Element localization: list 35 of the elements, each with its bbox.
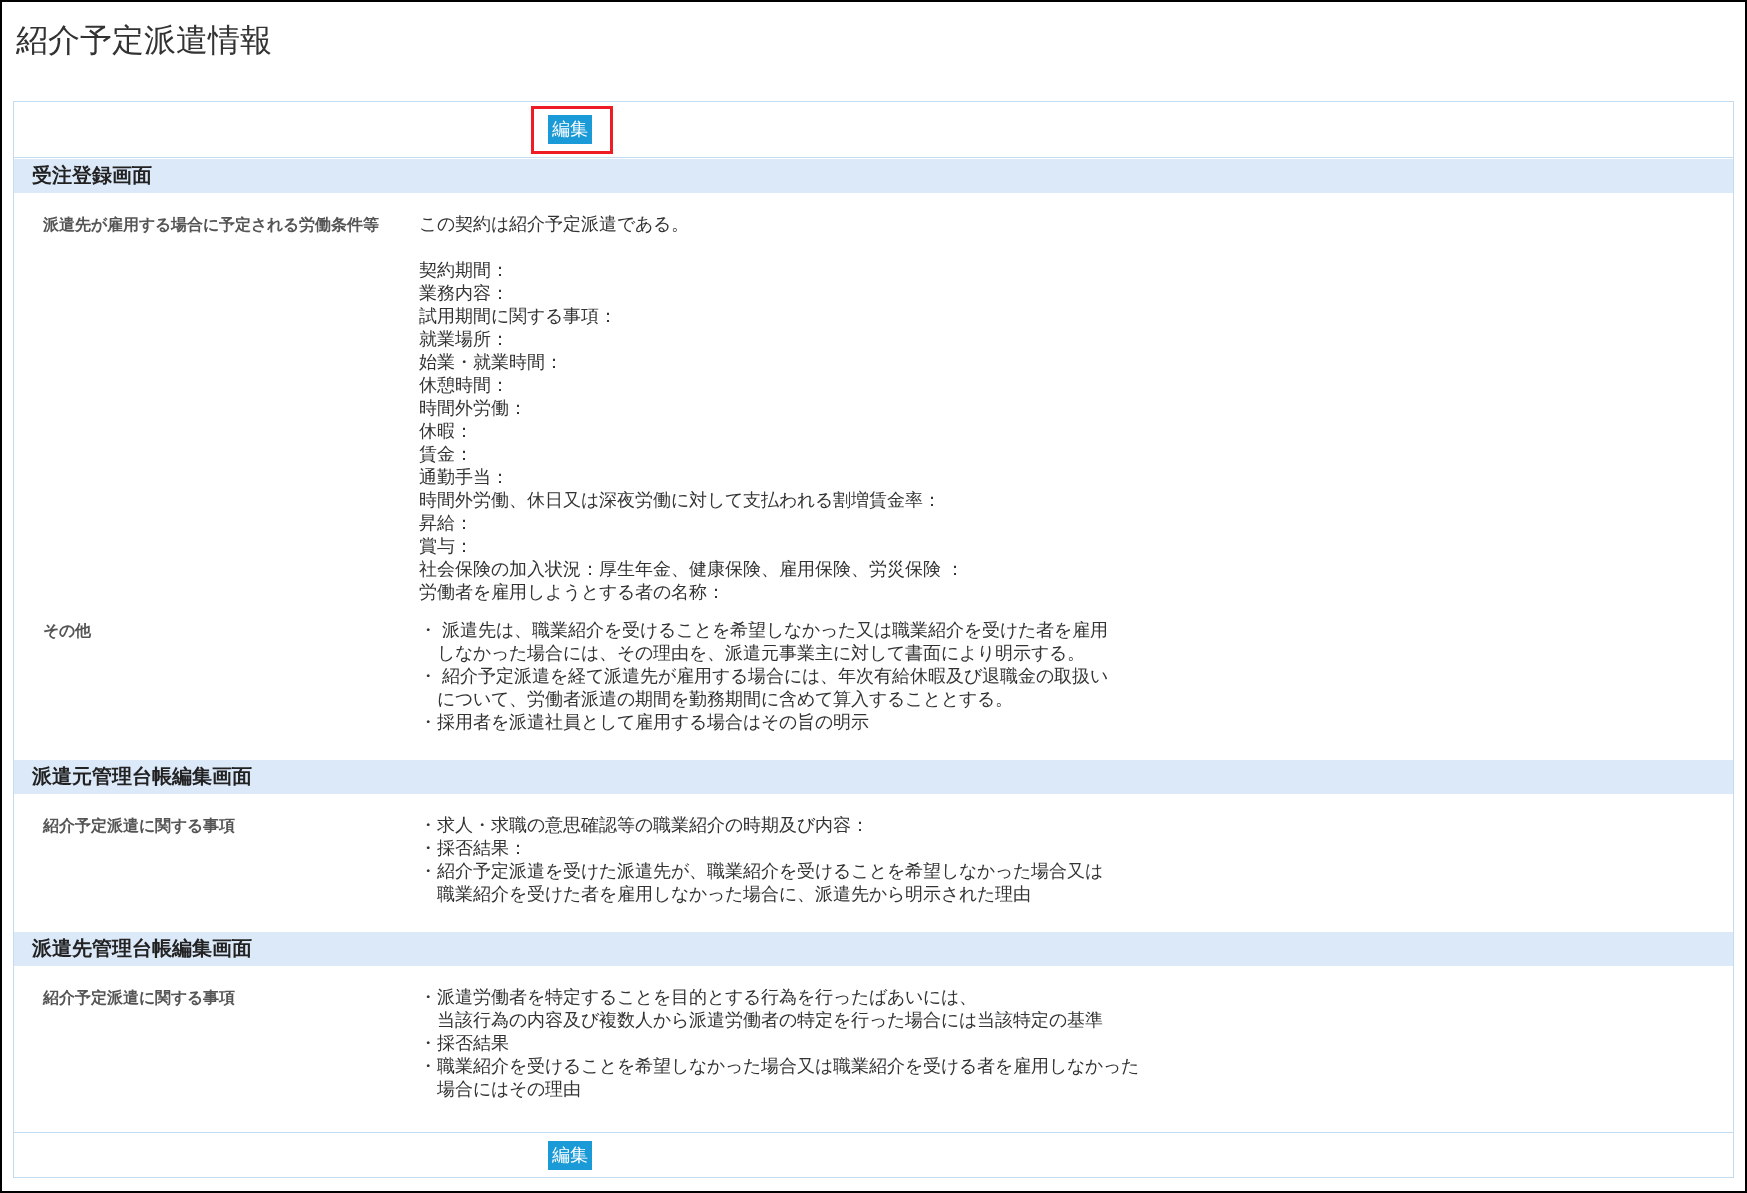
bullet-item: ・紹介予定派遣を受けた派遣先が、職業紹介を受けることを希望しなかった場合又は 職業紹介を受けた者を雇用しなかった場合に、派遣先から明示された理由 (419, 860, 1103, 906)
bullet-item: ・ 派遣先は、職業紹介を受けることを希望しなかった又は職業紹介を受けた者を雇用 しなかった場合には、その理由を、派遣元事業主に対して書面により明示する。 (419, 619, 1108, 665)
field-line: 試用期間に関する事項： (419, 305, 617, 328)
section-header: 派遣元管理台帳編集画面 (14, 760, 1733, 794)
field-line: 時間外労働、休日又は深夜労働に対して支払われる割増賃金率： (419, 489, 941, 512)
field-line: 休暇： (419, 420, 473, 443)
field-label: 紹介予定派遣に関する事項 (43, 816, 235, 836)
field-line: 始業・就業時間： (419, 351, 563, 374)
value-text: この契約は紹介予定派遣である。 (419, 213, 689, 236)
bullet-item: ・派遣労働者を特定することを目的とする行為を行ったばあいには、 当該行為の内容及び複数人から派遣労働者の特定を行った場合には当該特定の基準 (419, 986, 1103, 1032)
field-label: 紹介予定派遣に関する事項 (43, 988, 235, 1008)
field-line: 昇給： (419, 512, 473, 535)
field-line: 契約期間： (419, 259, 509, 282)
bullet-item: ・求人・求職の意思確認等の職業紹介の時期及び内容： (419, 814, 869, 837)
field-label: 派遣先が雇用する場合に予定される労働条件等 (43, 215, 379, 235)
field-line: 休憩時間： (419, 374, 509, 397)
bullet-item: ・採否結果： (419, 837, 527, 860)
field-line: 業務内容： (419, 282, 509, 305)
bullet-item: ・採否結果 (419, 1032, 509, 1055)
field-line: 社会保険の加入状況：厚生年金、健康保険、雇用保険、労災保険 ： (419, 558, 964, 581)
field-line: 就業場所： (419, 328, 509, 351)
section-header: 派遣先管理台帳編集画面 (14, 932, 1733, 966)
field-label: その他 (43, 621, 91, 641)
bullet-item: ・採用者を派遣社員として雇用する場合はその旨の明示 (419, 711, 869, 734)
bullet-item: ・職業紹介を受けることを希望しなかった場合又は職業紹介を受ける者を雇用しなかった 場合にはその理由 (419, 1055, 1139, 1101)
page-title: 紹介予定派遣情報 (16, 21, 272, 60)
section-header: 受注登録画面 (14, 159, 1733, 193)
field-line: 通勤手当： (419, 466, 509, 489)
field-line: 賃金： (419, 443, 473, 466)
edit-button[interactable]: 編集 (548, 115, 592, 144)
bullet-item: ・ 紹介予定派遣を経て派遣先が雇用する場合には、年次有給休暇及び退職金の取扱い について、労働者派遣の期間を勤務期間に含めて算入することとする。 (419, 665, 1108, 711)
field-line: 労働者を雇用しようとする者の名称： (419, 581, 725, 604)
field-line: 賞与： (419, 535, 473, 558)
field-line: 時間外労働： (419, 397, 527, 420)
edit-button[interactable]: 編集 (548, 1141, 592, 1170)
